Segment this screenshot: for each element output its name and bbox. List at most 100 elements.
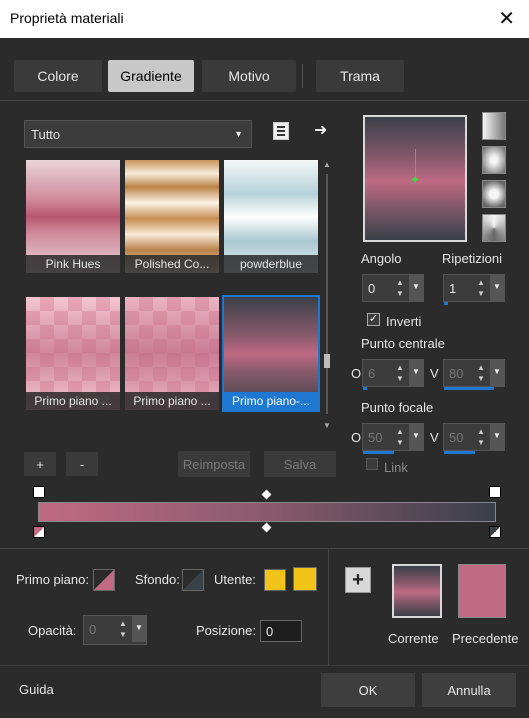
focal-v-stepper[interactable]: 50 ▲ ▼ ▼ — [443, 423, 505, 454]
background-label: Sfondo: — [135, 572, 180, 587]
opacity-stepper[interactable]: 0 ▲ ▼ ▼ — [83, 615, 147, 645]
tab-motivo[interactable]: Motivo — [202, 60, 296, 92]
center-o-label: O — [351, 366, 362, 381]
category-dropdown[interactable]: Tutto ▼ — [24, 120, 252, 148]
scroll-thumb[interactable] — [324, 354, 330, 368]
remove-gradient-button[interactable]: - — [66, 452, 98, 476]
transparency-stop-left[interactable] — [33, 486, 45, 498]
divider-vertical — [328, 549, 329, 665]
user-label: Utente: — [214, 572, 256, 587]
color-stop-right[interactable] — [489, 526, 501, 538]
chevron-down-icon[interactable]: ▼ — [490, 424, 504, 450]
center-v-value: 80 — [449, 366, 464, 381]
link-checkbox[interactable] — [366, 458, 378, 470]
transparency-midpoint-marker[interactable] — [261, 489, 272, 500]
stepper-arrows-icon[interactable]: ▲ ▼ — [474, 277, 488, 299]
gradient-pink-hues[interactable]: Pink Hues — [26, 160, 120, 273]
stepper-arrows-icon[interactable]: ▲ ▼ — [393, 426, 407, 448]
user-color-picker[interactable] — [293, 567, 317, 591]
gradient-label: Polished Co... — [125, 255, 219, 273]
focal-v-label: V — [430, 430, 439, 445]
chevron-down-icon[interactable]: ▼ — [409, 360, 423, 386]
gradient-label: Primo piano ... — [26, 392, 120, 410]
help-link[interactable]: Guida — [19, 682, 54, 697]
scroll-down-icon[interactable]: ▼ — [322, 421, 332, 430]
category-value: Tutto — [31, 127, 61, 142]
opacity-label: Opacità: — [28, 623, 77, 638]
foreground-label: Primo piano: — [16, 572, 89, 587]
focal-o-label: O — [351, 430, 362, 445]
library-icon[interactable] — [273, 122, 289, 140]
close-icon[interactable]: ✕ — [498, 6, 515, 31]
scroll-up-icon[interactable]: ▲ — [322, 160, 332, 169]
stepper-arrows-icon[interactable]: ▲ ▼ — [474, 426, 488, 448]
transparency-stop-right[interactable] — [489, 486, 501, 498]
window-title: Proprietà materiali — [10, 10, 124, 26]
cancel-button[interactable]: Annulla — [422, 673, 516, 707]
chevron-down-icon[interactable]: ▼ — [409, 275, 423, 301]
gradient-primo-piano-2[interactable]: Primo piano ... — [125, 297, 219, 410]
repeat-stepper[interactable]: 1 ▲ ▼ ▼ — [443, 274, 505, 305]
focal-point-label: Punto focale — [361, 400, 434, 415]
color-midpoint-marker[interactable] — [261, 522, 272, 533]
tab-gradiente[interactable]: Gradiente — [108, 60, 194, 92]
rectangular-gradient-icon[interactable] — [482, 146, 506, 174]
center-point-label: Punto centrale — [361, 336, 445, 351]
user-swatch[interactable] — [264, 569, 286, 591]
gradient-primo-piano-3[interactable]: Primo piano-... — [222, 295, 320, 412]
add-gradient-button[interactable]: + — [24, 452, 56, 476]
add-to-swatches-button[interactable]: + — [345, 567, 371, 593]
angle-value: 0 — [368, 281, 376, 296]
gradient-powderblue[interactable]: powderblue — [224, 160, 318, 273]
gradient-preview[interactable]: ✦ — [363, 115, 467, 242]
chevron-down-icon[interactable]: ▼ — [490, 360, 504, 386]
foreground-swatch[interactable] — [93, 569, 115, 591]
tab-colore[interactable]: Colore — [14, 60, 102, 92]
radial-gradient-icon[interactable] — [482, 180, 506, 208]
center-v-level-bar — [444, 387, 494, 390]
color-stop-left[interactable] — [33, 526, 45, 538]
position-value: 0 — [266, 624, 274, 639]
linear-gradient-icon[interactable] — [482, 112, 506, 140]
focal-v-level-bar — [444, 451, 475, 454]
focal-o-stepper[interactable]: 50 ▲ ▼ ▼ — [362, 423, 424, 454]
arrow-right-icon[interactable]: ➜ — [314, 120, 327, 140]
save-button[interactable]: Salva — [264, 451, 336, 477]
center-o-stepper[interactable]: 6 ▲ ▼ ▼ — [362, 359, 424, 390]
stepper-arrows-icon[interactable]: ▲ ▼ — [474, 362, 488, 384]
current-label: Corrente — [388, 631, 439, 646]
previous-label: Precedente — [452, 631, 519, 646]
gradient-polished-copper[interactable]: Polished Co... — [125, 160, 219, 273]
ok-button[interactable]: OK — [321, 673, 415, 707]
stepper-arrows-icon[interactable]: ▲ ▼ — [393, 362, 407, 384]
chevron-down-icon[interactable]: ▼ — [490, 275, 504, 301]
invert-checkbox[interactable]: ✓ — [367, 313, 380, 326]
center-point-icon[interactable]: ✦ — [410, 174, 420, 186]
tab-trama[interactable]: Trama — [316, 60, 404, 92]
repeat-value: 1 — [449, 281, 457, 296]
angle-stepper[interactable]: 0 ▲ ▼ ▼ — [362, 274, 424, 302]
stepper-arrows-icon[interactable]: ▲ ▼ — [393, 277, 407, 299]
repeat-level-bar — [444, 302, 448, 305]
position-input[interactable]: 0 — [260, 620, 302, 642]
center-v-stepper[interactable]: 80 ▲ ▼ ▼ — [443, 359, 505, 390]
previous-swatch[interactable] — [458, 564, 506, 618]
reset-button[interactable]: Reimposta — [178, 451, 250, 477]
gradient-label: powderblue — [224, 255, 318, 273]
tab-divider — [302, 64, 303, 88]
gradient-list-scrollbar[interactable]: ▲ ▼ — [322, 160, 332, 430]
stepper-arrows-icon[interactable]: ▲ ▼ — [116, 618, 130, 640]
focal-v-value: 50 — [449, 430, 464, 445]
scroll-track — [326, 174, 328, 414]
sunburst-gradient-icon[interactable] — [482, 214, 506, 242]
background-swatch[interactable] — [182, 569, 204, 591]
footer: Guida OK Annulla — [0, 665, 529, 718]
gradient-editor-bar[interactable] — [38, 502, 496, 522]
chevron-down-icon[interactable]: ▼ — [409, 424, 423, 450]
focal-o-value: 50 — [368, 430, 383, 445]
gradient-primo-piano-1[interactable]: Primo piano ... — [26, 297, 120, 410]
chevron-down-icon[interactable]: ▼ — [132, 616, 146, 642]
opacity-value: 0 — [89, 622, 97, 637]
divider — [0, 100, 529, 101]
current-swatch[interactable] — [392, 564, 442, 618]
